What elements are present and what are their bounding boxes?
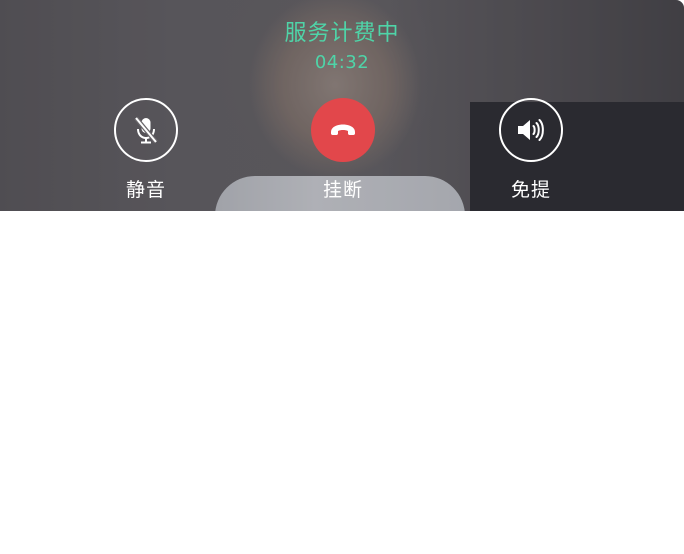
hangup-label: 挂断	[322, 179, 363, 201]
speaker-circle[interactable]	[499, 98, 563, 162]
mute-label: 静音	[125, 179, 166, 201]
speaker-icon	[518, 119, 544, 141]
speaker-button[interactable]: 免提	[476, 98, 586, 202]
call-timer: 04:32	[314, 52, 370, 73]
video-call-panel: 服务计费中 04:32 静音 挂断 免提	[0, 0, 684, 211]
mute-circle[interactable]	[114, 98, 178, 162]
hangup-button[interactable]: 挂断	[288, 98, 398, 202]
mute-button[interactable]: 静音	[91, 98, 201, 202]
phone-hangup-icon	[331, 124, 355, 135]
hangup-circle[interactable]	[311, 98, 375, 162]
speaker-label: 免提	[510, 179, 551, 201]
call-status: 服务计费中	[284, 21, 400, 46]
microphone-off-icon	[134, 116, 158, 144]
